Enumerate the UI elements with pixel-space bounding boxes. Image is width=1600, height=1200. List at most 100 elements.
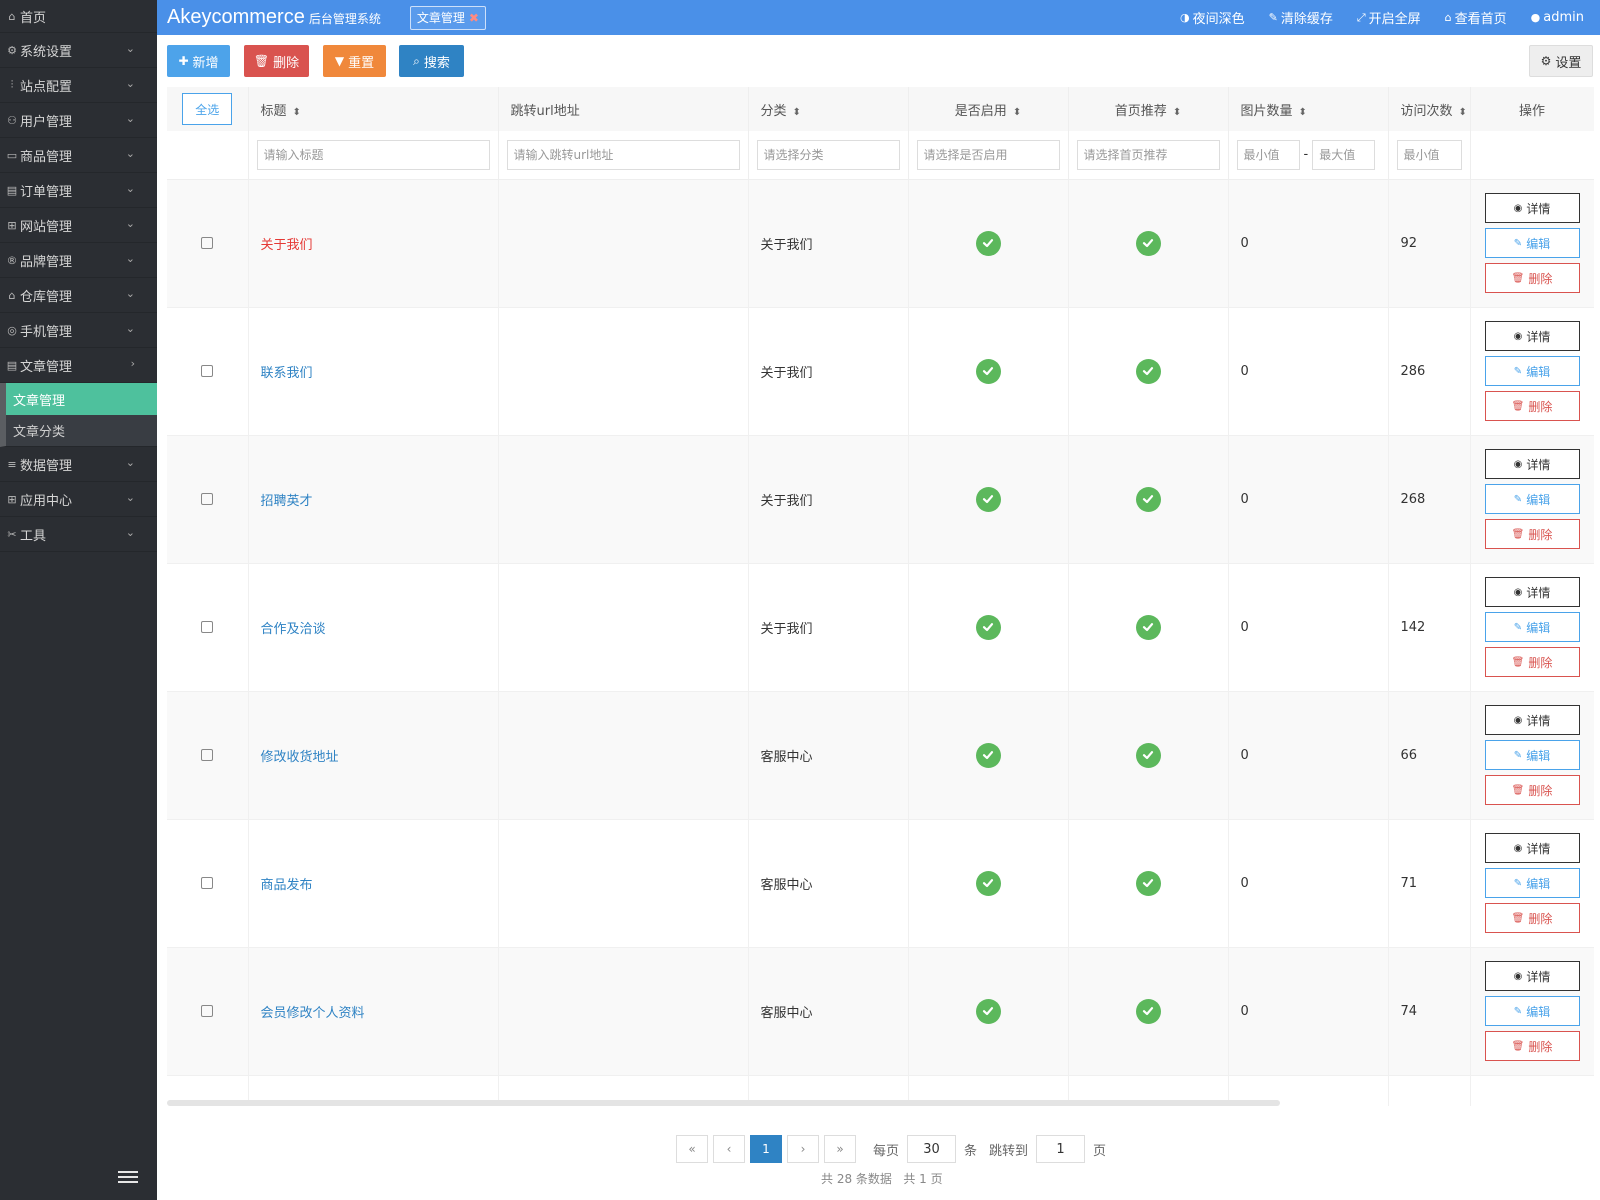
enabled-check-icon[interactable] (975, 998, 1001, 1024)
home-check-icon[interactable] (1135, 486, 1161, 512)
view-button[interactable]: ◉ 详情 (1484, 193, 1580, 223)
row-checkbox[interactable] (201, 493, 214, 505)
filter-home-select[interactable]: 请选择首页推荐 (1076, 139, 1220, 170)
per-page-input[interactable]: 30 (907, 1135, 957, 1163)
filter-images-max[interactable]: 最大值 (1312, 139, 1376, 170)
edit-button[interactable]: ✎ 编辑 (1484, 612, 1580, 642)
edit-button[interactable]: ✎ 编辑 (1484, 228, 1580, 258)
filter-enabled-select[interactable]: 请选择是否启用 (916, 139, 1060, 170)
col-visits[interactable]: 访问次数 ⬍ (1388, 87, 1471, 131)
row-title-link[interactable]: 商品发布 (261, 878, 313, 893)
delete-row-button[interactable]: 🗑 删除 (1484, 263, 1580, 293)
col-home[interactable]: 首页推荐 ⬍ (1068, 87, 1229, 131)
delete-row-button[interactable]: 🗑 删除 (1484, 903, 1580, 933)
close-tab-icon[interactable]: ✖ (469, 11, 479, 25)
edit-button[interactable]: ✎ 编辑 (1484, 484, 1580, 514)
enabled-check-icon[interactable] (975, 486, 1001, 512)
view-button[interactable]: ◉ 详情 (1484, 705, 1580, 735)
row-checkbox[interactable] (201, 365, 214, 377)
sidebar-item-apps[interactable]: ⊞ 应用中心 ⌄ (0, 482, 157, 517)
edit-button[interactable]: ✎ 编辑 (1484, 868, 1580, 898)
sidebar-item-article[interactable]: ▤ 文章管理 › (0, 348, 157, 383)
delete-row-button[interactable]: 🗑 删除 (1484, 519, 1580, 549)
filter-visits-min[interactable]: 最小值 (1396, 139, 1462, 170)
delete-button[interactable]: 🗑 删除 (244, 45, 309, 77)
filter-images-min[interactable]: 最小值 (1236, 139, 1300, 170)
top-action-home[interactable]: ⌂ 查看首页 (1445, 8, 1507, 27)
top-action-fullscreen[interactable]: ⤢ 开启全屏 (1357, 8, 1421, 28)
sidebar-item-website[interactable]: ⊞ 网站管理 ⌄ (0, 208, 157, 243)
enabled-check-icon[interactable] (975, 742, 1001, 768)
top-action-half-circle[interactable]: ◑ 夜间深色 (1180, 8, 1245, 27)
edit-button[interactable]: ✎ 编辑 (1484, 996, 1580, 1026)
row-title-link[interactable]: 会员修改个人资料 (261, 1006, 365, 1021)
delete-row-button[interactable]: 🗑 删除 (1484, 647, 1580, 677)
submenu-item-article-category[interactable]: 文章分类 (0, 415, 157, 447)
top-action-brush[interactable]: ✎ 清除缓存 (1269, 8, 1333, 27)
next-page-button[interactable]: › (787, 1135, 819, 1163)
sidebar-item-goods[interactable]: ▭ 商品管理 ⌄ (0, 138, 157, 173)
view-button[interactable]: ◉ 详情 (1484, 321, 1580, 351)
sidebar-item-database[interactable]: ≡ 数据管理 ⌄ (0, 447, 157, 482)
edit-button[interactable]: ✎ 编辑 (1484, 740, 1580, 770)
sidebar-collapse-icon[interactable] (118, 1168, 138, 1184)
delete-row-button[interactable]: 🗑 删除 (1484, 391, 1580, 421)
view-button[interactable]: ◉ 详情 (1484, 577, 1580, 607)
last-page-button[interactable]: » (824, 1135, 856, 1163)
col-enabled[interactable]: 是否启用 ⬍ (908, 87, 1069, 131)
enabled-check-icon[interactable] (975, 230, 1001, 256)
select-all-button[interactable]: 全选 (182, 93, 233, 125)
search-button[interactable]: ⌕ 搜索 (399, 45, 464, 77)
home-check-icon[interactable] (1135, 742, 1161, 768)
row-checkbox[interactable] (201, 877, 214, 889)
home-check-icon[interactable] (1135, 230, 1161, 256)
row-title-link[interactable]: 合作及洽谈 (261, 622, 326, 637)
row-checkbox[interactable] (201, 749, 214, 761)
sidebar-item-home[interactable]: ⌂ 首页 (0, 0, 157, 33)
row-title-link[interactable]: 联系我们 (261, 366, 313, 381)
enabled-check-icon[interactable] (975, 614, 1001, 640)
sidebar-item-warehouse[interactable]: ⌂ 仓库管理 ⌄ (0, 278, 157, 313)
page-1-button[interactable]: 1 (750, 1135, 782, 1163)
settings-button[interactable]: ⚙ 设置 (1529, 45, 1593, 77)
home-check-icon[interactable] (1135, 870, 1161, 896)
col-images[interactable]: 图片数量 ⬍ (1228, 87, 1389, 131)
col-category[interactable]: 分类 ⬍ (748, 87, 909, 131)
prev-page-button[interactable]: ‹ (713, 1135, 745, 1163)
sidebar-item-brand[interactable]: ® 品牌管理 ⌄ (0, 243, 157, 278)
edit-button[interactable]: ✎ 编辑 (1484, 356, 1580, 386)
add-button[interactable]: ✚ 新增 (167, 45, 230, 77)
row-title-link[interactable]: 修改收货地址 (261, 750, 339, 765)
filter-category-select[interactable]: 请选择分类 (756, 139, 900, 170)
home-check-icon[interactable] (1135, 358, 1161, 384)
sidebar-item-order[interactable]: ▤ 订单管理 ⌄ (0, 173, 157, 208)
filter-url-input[interactable]: 请输入跳转url地址 (506, 139, 740, 170)
view-button[interactable]: ◉ 详情 (1484, 449, 1580, 479)
view-button[interactable]: ◉ 详情 (1484, 833, 1580, 863)
filter-title-input[interactable]: 请输入标题 (256, 139, 490, 170)
open-tab-article[interactable]: 文章管理 ✖ (409, 5, 486, 30)
view-button[interactable]: ◉ 详情 (1484, 961, 1580, 991)
row-title-link[interactable]: 招聘英才 (261, 494, 313, 509)
top-action-user[interactable]: ● admin (1531, 10, 1584, 25)
row-checkbox[interactable] (201, 621, 214, 633)
jump-page-input[interactable]: 1 (1036, 1135, 1086, 1163)
enabled-check-icon[interactable] (975, 358, 1001, 384)
sidebar-item-gear[interactable]: ⚙ 系统设置 ⌄ (0, 33, 157, 68)
delete-row-button[interactable]: 🗑 删除 (1484, 1031, 1580, 1061)
home-check-icon[interactable] (1135, 998, 1161, 1024)
enabled-check-icon[interactable] (975, 870, 1001, 896)
reset-button[interactable]: ▼ 重置 (323, 45, 386, 77)
sidebar-item-phone[interactable]: ◎ 手机管理 ⌄ (0, 313, 157, 348)
sidebar-item-sliders[interactable]: ⫶ 站点配置 ⌄ (0, 68, 157, 103)
sidebar-item-users[interactable]: ⚇ 用户管理 ⌄ (0, 103, 157, 138)
row-checkbox[interactable] (201, 237, 214, 249)
home-check-icon[interactable] (1135, 614, 1161, 640)
row-title-link[interactable]: 关于我们 (261, 238, 313, 253)
delete-row-button[interactable]: 🗑 删除 (1484, 775, 1580, 805)
sidebar-item-tools[interactable]: ✂ 工具 ⌄ (0, 517, 157, 552)
first-page-button[interactable]: « (676, 1135, 708, 1163)
submenu-item-article-manage[interactable]: 文章管理 (0, 383, 157, 415)
col-title[interactable]: 标题 ⬍ (248, 87, 499, 131)
row-checkbox[interactable] (201, 1005, 214, 1017)
